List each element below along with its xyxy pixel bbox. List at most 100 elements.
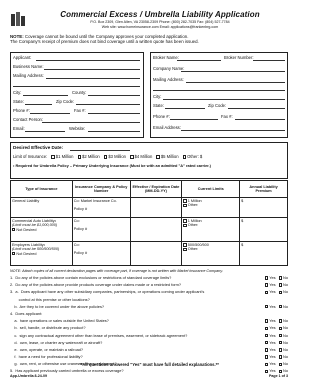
broker-phone-field[interactable]	[170, 119, 218, 120]
broker-name-label: Broker Name:	[153, 55, 179, 60]
broker-email-field[interactable]	[181, 130, 285, 131]
row-el-policy[interactable]: Policy #	[74, 251, 129, 255]
row-gl-premium[interactable]: $	[239, 197, 288, 218]
website-field[interactable]	[88, 131, 140, 132]
yes-checkbox[interactable]	[264, 355, 269, 359]
yes-checkbox[interactable]	[264, 319, 269, 323]
row-auto-limit-other-checkbox[interactable]	[183, 223, 187, 228]
yes-checkbox[interactable]	[264, 326, 269, 330]
yes-checkbox[interactable]	[264, 369, 269, 374]
row-auto-limit-1m-checkbox[interactable]	[183, 219, 187, 223]
company-web: Web site: www.homeinsurance.com Email: a…	[101, 25, 219, 30]
no-checkbox[interactable]	[278, 326, 283, 330]
broker-email-label: Email Address:	[153, 125, 181, 130]
row-el-not-desired-checkbox[interactable]	[12, 252, 16, 256]
yes-no-group: Yes No	[264, 318, 288, 323]
broker-zip-field[interactable]	[228, 108, 285, 109]
broker-state-label: State:	[153, 103, 164, 108]
broker-mailing-field-2[interactable]	[153, 90, 285, 91]
no-label: No	[283, 325, 288, 331]
row-el-dates[interactable]	[129, 241, 183, 266]
mailing-address-field[interactable]	[46, 78, 140, 79]
contact-label: Contact Person:	[13, 117, 44, 122]
no-checkbox[interactable]	[278, 355, 283, 359]
broker-state-field[interactable]	[165, 108, 205, 109]
broker-number-label: Broker Number:	[224, 55, 254, 60]
row-gl-dates[interactable]	[129, 197, 183, 218]
limit-3m-label: $3 Million	[108, 154, 127, 159]
broker-name-field[interactable]	[177, 60, 221, 61]
row-el-limit-other-checkbox[interactable]	[183, 247, 187, 252]
no-checkbox[interactable]	[278, 283, 283, 287]
fax-label: Fax #:	[74, 108, 86, 113]
city-field[interactable]	[23, 95, 68, 96]
yes-checkbox[interactable]	[264, 276, 269, 280]
yes-no-group: Yes No	[264, 354, 288, 360]
row-gl-limit-other-checkbox[interactable]	[183, 203, 187, 208]
applicant-field[interactable]	[36, 60, 140, 61]
no-checkbox[interactable]	[278, 276, 283, 280]
limit-2m-label: $2 Million	[82, 154, 100, 159]
row-gl-policy[interactable]: Policy #	[74, 207, 129, 211]
limit-other-checkbox[interactable]	[182, 155, 187, 159]
yes-checkbox[interactable]	[264, 290, 269, 295]
row-gl-limit-1m-checkbox[interactable]	[183, 199, 187, 203]
table-header-row: Type of Insurance Insurance Company & Po…	[10, 180, 288, 198]
no-checkbox[interactable]	[278, 333, 283, 338]
yes-checkbox[interactable]	[264, 340, 269, 345]
limit-4m-checkbox[interactable]	[130, 155, 134, 159]
no-checkbox[interactable]	[278, 290, 283, 295]
table-note: NOTE: Attach copies of all current decla…	[10, 269, 223, 273]
email-label: Email:	[13, 126, 25, 131]
limit-3m-checkbox[interactable]	[103, 155, 108, 159]
limit-2m-checkbox[interactable]	[77, 155, 82, 159]
question-row: b. Are they to be covered under the abov…	[10, 304, 288, 312]
no-checkbox[interactable]	[278, 348, 283, 352]
zip-field[interactable]	[76, 104, 140, 105]
limit-1m-checkbox[interactable]	[51, 155, 55, 159]
col-header-company: Insurance Company & Policy Number	[71, 180, 131, 198]
no-checkbox[interactable]	[278, 369, 283, 374]
desired-date-field[interactable]	[70, 150, 130, 151]
state-field[interactable]	[25, 104, 52, 105]
fax-field[interactable]	[88, 113, 140, 114]
row-auto-company[interactable]: Co:	[74, 219, 129, 223]
required-note: • Required for Umbrella Policy – Primary…	[13, 163, 211, 168]
no-label: No	[283, 368, 288, 374]
mailing-address-field-2[interactable]	[13, 86, 140, 87]
phone-field[interactable]	[30, 113, 70, 114]
company-name-field[interactable]	[181, 71, 285, 72]
no-checkbox[interactable]	[278, 305, 283, 309]
row-el-company[interactable]: Co:	[74, 243, 129, 247]
yes-checkbox[interactable]	[264, 333, 269, 338]
yes-checkbox[interactable]	[264, 283, 269, 287]
yes-label: Yes	[269, 354, 276, 360]
row-gl-limit-other: Other:	[187, 203, 199, 208]
row-auto-not-desired-checkbox[interactable]	[12, 228, 16, 232]
row-auto-policy[interactable]: Policy #	[74, 227, 129, 231]
no-checkbox[interactable]	[278, 340, 283, 345]
broker-number-field[interactable]	[253, 60, 285, 61]
contact-field[interactable]	[42, 122, 140, 123]
broker-city-field[interactable]	[163, 99, 285, 100]
zip-label: Zip Code:	[56, 99, 75, 104]
broker-fax-field[interactable]	[235, 119, 285, 120]
limit-5m-checkbox[interactable]	[156, 155, 160, 159]
yes-label: Yes	[269, 339, 276, 345]
row-auto-dates[interactable]	[129, 217, 183, 242]
broker-zip-label: Zip Code:	[208, 103, 227, 108]
business-name-field[interactable]	[44, 69, 140, 70]
row-el-limit-500-checkbox[interactable]	[183, 243, 187, 247]
row-gl-company[interactable]: Co: Markel Insurance Co.	[74, 199, 129, 203]
limit-label: Limit of Insurance:	[13, 154, 48, 159]
broker-mailing-field[interactable]	[186, 82, 285, 83]
yes-checkbox[interactable]	[264, 305, 269, 309]
county-field[interactable]	[88, 95, 140, 96]
row-el-premium[interactable]: $	[239, 241, 288, 266]
email-field[interactable]	[25, 131, 65, 132]
row-auto-premium[interactable]: $	[239, 217, 288, 242]
question-text: b. sell, handle, or distribute any produ…	[10, 325, 86, 331]
no-checkbox[interactable]	[278, 319, 283, 323]
row-el-not-desired: Not Desired	[16, 251, 37, 256]
yes-checkbox[interactable]	[264, 348, 269, 352]
